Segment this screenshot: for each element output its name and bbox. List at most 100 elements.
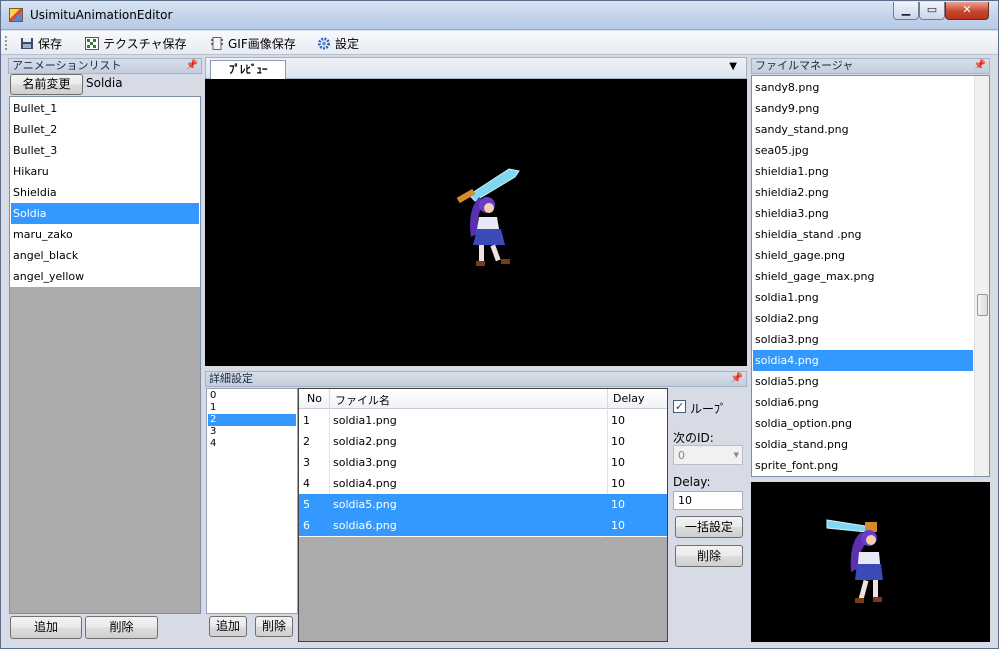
list-item[interactable]: Shieldia bbox=[11, 182, 199, 203]
rename-button[interactable]: 名前変更 bbox=[10, 74, 83, 95]
list-item[interactable]: angel_black bbox=[11, 245, 199, 266]
column-divider bbox=[607, 389, 608, 409]
scrollbar-thumb[interactable] bbox=[977, 294, 988, 316]
file-manager-header: ファイルマネージャ 📌 bbox=[751, 58, 990, 74]
animation-name-value[interactable]: Soldia bbox=[86, 76, 123, 90]
table-row[interactable]: 4 soldia4.png 10 bbox=[299, 473, 667, 494]
delete-id-button[interactable]: 削除 bbox=[255, 616, 293, 637]
pin-icon[interactable]: 📌 bbox=[974, 59, 986, 73]
list-item[interactable]: soldia5.png bbox=[753, 371, 973, 392]
table-row[interactable]: 3 soldia3.png 10 bbox=[299, 452, 667, 473]
list-item[interactable]: 0 bbox=[208, 390, 296, 402]
settings-menu[interactable]: 設定 bbox=[314, 34, 362, 52]
next-id-value: 0 bbox=[678, 449, 685, 462]
frame-grid[interactable]: No ファイル名 Delay 1 soldia1.png 10 2 soldia… bbox=[298, 388, 668, 642]
loop-checkbox[interactable]: ✓ bbox=[673, 400, 686, 413]
texture-save-menu[interactable]: テクスチャ保存 bbox=[82, 34, 190, 52]
list-item[interactable]: Hikaru bbox=[11, 161, 199, 182]
list-item[interactable]: soldia_option.png bbox=[753, 413, 973, 434]
list-item[interactable]: sprite_font.png bbox=[753, 455, 973, 476]
tab-preview[interactable]: ﾌﾟﾚﾋﾞｭｰ bbox=[210, 60, 286, 80]
toolbar: 保存 テクスチャ保存 GIF画像保存 設定 bbox=[1, 31, 998, 55]
file-preview-canvas bbox=[751, 482, 990, 642]
scrollbar[interactable] bbox=[974, 76, 989, 476]
list-item[interactable]: maru_zako bbox=[11, 224, 199, 245]
col-no-header[interactable]: No bbox=[307, 392, 322, 405]
list-item-selected[interactable]: 2 bbox=[208, 414, 296, 426]
list-item-selected[interactable]: soldia4.png bbox=[753, 350, 973, 371]
list-item[interactable]: Bullet_3 bbox=[11, 140, 199, 161]
add-id-button[interactable]: 追加 bbox=[209, 616, 247, 637]
list-item[interactable]: sandy_stand.png bbox=[753, 119, 973, 140]
col-file-header[interactable]: ファイル名 bbox=[335, 392, 390, 408]
maximize-button[interactable]: ▭ bbox=[919, 2, 945, 20]
list-item[interactable]: shieldia_stand .png bbox=[753, 224, 973, 245]
save-label: 保存 bbox=[38, 36, 63, 51]
list-item[interactable]: soldia2.png bbox=[753, 308, 973, 329]
cell-file: soldia4.png bbox=[333, 477, 397, 490]
chevron-down-icon[interactable]: ▼ bbox=[729, 61, 737, 72]
add-animation-button[interactable]: 追加 bbox=[10, 616, 82, 639]
list-item[interactable]: soldia3.png bbox=[753, 329, 973, 350]
table-row[interactable]: 1 soldia1.png 10 bbox=[299, 410, 667, 431]
bulk-set-button[interactable]: 一括設定 bbox=[675, 516, 743, 538]
loop-label: ルーﾌﾟ bbox=[690, 402, 727, 416]
detail-settings-title: 詳細設定 bbox=[209, 372, 253, 385]
animation-list[interactable]: Bullet_1 Bullet_2 Bullet_3 Hikaru Shield… bbox=[9, 96, 201, 614]
list-item[interactable]: angel_yellow bbox=[11, 266, 199, 287]
list-item[interactable]: sandy9.png bbox=[753, 98, 973, 119]
list-item[interactable]: shield_gage.png bbox=[753, 245, 973, 266]
cell-delay: 10 bbox=[611, 414, 625, 427]
preview-canvas[interactable] bbox=[205, 79, 747, 366]
table-row-selected[interactable]: 6 soldia6.png 10 bbox=[299, 515, 667, 536]
delay-label: Delay: bbox=[673, 475, 711, 489]
character-sprite-large bbox=[456, 168, 520, 266]
next-id-select[interactable]: 0 ▼ bbox=[673, 445, 743, 465]
delete-animation-button[interactable]: 削除 bbox=[85, 616, 158, 639]
list-item[interactable]: soldia1.png bbox=[753, 287, 973, 308]
cell-file: soldia1.png bbox=[333, 414, 397, 427]
list-item[interactable]: Bullet_2 bbox=[11, 119, 199, 140]
list-item-selected[interactable]: Soldia bbox=[11, 203, 199, 224]
list-item[interactable]: shieldia2.png bbox=[753, 182, 973, 203]
list-item[interactable]: shieldia1.png bbox=[753, 161, 973, 182]
file-list[interactable]: sandy8.png sandy9.png sandy_stand.png se… bbox=[751, 75, 990, 477]
toolbar-grip[interactable] bbox=[5, 36, 7, 50]
animation-list-header: アニメーションリスト 📌 bbox=[8, 58, 202, 74]
app-window: UsimituAnimationEditor ▁ ▭ ✕ 保存 テクスチャ保存 … bbox=[0, 0, 999, 649]
list-item[interactable]: sandy8.png bbox=[753, 77, 973, 98]
cell-file: soldia2.png bbox=[333, 435, 397, 448]
list-item[interactable]: 4 bbox=[208, 438, 296, 450]
list-item[interactable]: 3 bbox=[208, 426, 296, 438]
list-item[interactable]: 1 bbox=[208, 402, 296, 414]
cell-no: 3 bbox=[303, 456, 310, 469]
floppy-save-icon bbox=[21, 37, 33, 49]
file-manager-title: ファイルマネージャ bbox=[755, 59, 854, 72]
pin-icon[interactable]: 📌 bbox=[186, 59, 198, 73]
cell-file: soldia5.png bbox=[333, 498, 397, 511]
next-id-label: 次のID: bbox=[673, 431, 714, 445]
save-menu[interactable]: 保存 bbox=[17, 34, 65, 52]
texture-save-label: テクスチャ保存 bbox=[103, 36, 187, 51]
gif-save-label: GIF画像保存 bbox=[228, 36, 296, 51]
grid-header: No ファイル名 Delay bbox=[299, 389, 667, 409]
list-item[interactable]: sea05.jpg bbox=[753, 140, 973, 161]
cell-delay: 10 bbox=[611, 519, 625, 532]
settings-label: 設定 bbox=[335, 36, 360, 51]
list-item[interactable]: Bullet_1 bbox=[11, 98, 199, 119]
minimize-button[interactable]: ▁ bbox=[893, 2, 919, 20]
frame-id-list[interactable]: 0 1 2 3 4 bbox=[206, 388, 298, 614]
delete-frame-button[interactable]: 削除 bbox=[675, 545, 743, 567]
list-item[interactable]: shield_gage_max.png bbox=[753, 266, 973, 287]
cell-no: 2 bbox=[303, 435, 310, 448]
pin-icon[interactable]: 📌 bbox=[731, 372, 743, 386]
list-item[interactable]: shieldia3.png bbox=[753, 203, 973, 224]
delay-input[interactable]: 10 bbox=[673, 491, 743, 510]
list-item[interactable]: soldia_stand.png bbox=[753, 434, 973, 455]
col-delay-header[interactable]: Delay bbox=[613, 392, 645, 405]
list-item[interactable]: soldia6.png bbox=[753, 392, 973, 413]
close-button[interactable]: ✕ bbox=[945, 2, 989, 20]
table-row-selected[interactable]: 5 soldia5.png 10 bbox=[299, 494, 667, 515]
table-row[interactable]: 2 soldia2.png 10 bbox=[299, 431, 667, 452]
gif-save-menu[interactable]: GIF画像保存 bbox=[207, 34, 299, 52]
